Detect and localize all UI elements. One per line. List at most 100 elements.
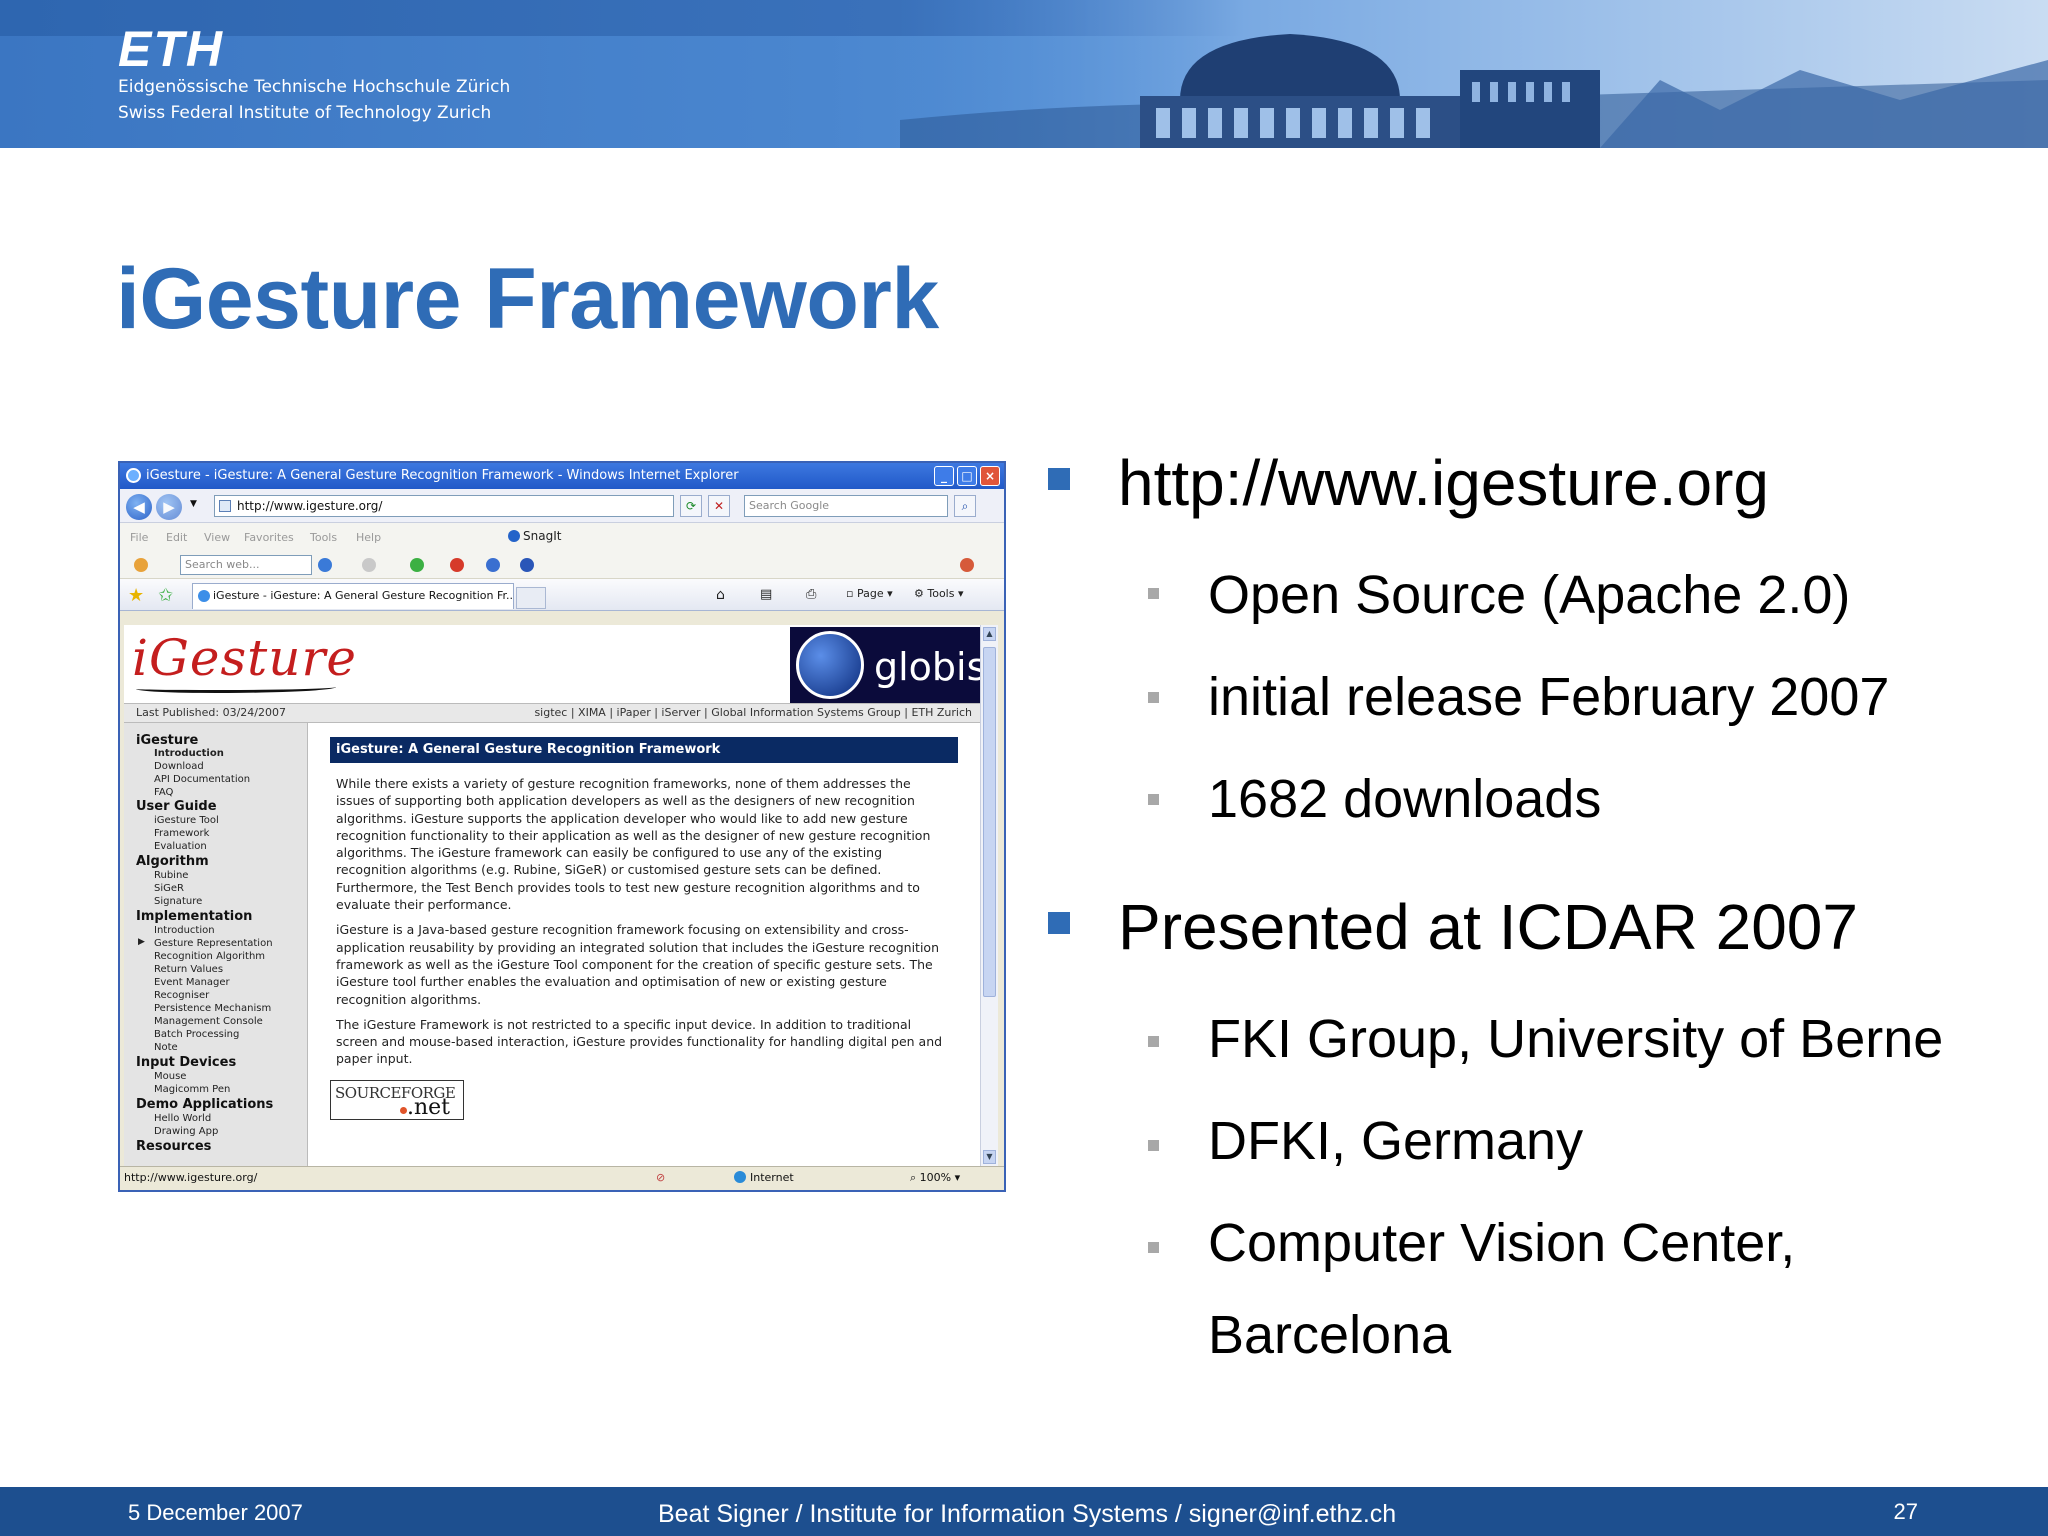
sub-bullet-fki: FKI Group, University of Berne xyxy=(1148,1008,1943,1070)
tab-igesture[interactable]: iGesture - iGesture: A General Gesture R… xyxy=(192,583,514,609)
status-zone: Internet xyxy=(734,1167,794,1189)
page-icon xyxy=(219,500,231,512)
search-input[interactable]: Search Google xyxy=(744,495,948,517)
nav-demo-applications[interactable]: Demo Applications xyxy=(136,1097,273,1112)
nav-igesture-tool[interactable]: iGesture Tool xyxy=(154,815,219,826)
stop-icon[interactable]: ✕ xyxy=(708,495,730,517)
nav-igesture[interactable]: iGesture xyxy=(136,733,198,748)
nav-event-manager[interactable]: Event Manager xyxy=(154,977,230,988)
nav-magicomm-pen[interactable]: Magicomm Pen xyxy=(154,1084,230,1095)
caret-right-icon: ▶ xyxy=(138,937,145,947)
sourceforge-badge[interactable]: SOURCEFORGE .net xyxy=(330,1079,464,1120)
nav-implementation[interactable]: Implementation xyxy=(136,909,252,924)
nav-introduction[interactable]: Introduction xyxy=(154,748,224,759)
sub-bullet-icon xyxy=(1148,1140,1159,1151)
nav-note[interactable]: Note xyxy=(154,1042,178,1053)
igesture-logo: iGesture xyxy=(132,629,357,687)
settings-icon[interactable] xyxy=(960,558,974,572)
back-icon[interactable]: ◀ xyxy=(126,494,152,520)
address-value: http://www.igesture.org/ xyxy=(237,499,383,513)
bullet-website: http://www.igesture.org xyxy=(1048,446,1769,520)
browser-window-title: iGesture - iGesture: A General Gesture R… xyxy=(146,468,739,483)
menu-favorites[interactable]: Favorites xyxy=(244,531,294,544)
nav-management-console[interactable]: Management Console xyxy=(154,1016,263,1027)
menu-tools[interactable]: Tools xyxy=(310,531,337,544)
refresh-icon[interactable]: ⟳ xyxy=(680,495,702,517)
scroll-up-icon[interactable]: ▲ xyxy=(983,627,996,641)
nav-siger[interactable]: SiGeR xyxy=(154,883,184,894)
minimize-button[interactable]: _ xyxy=(934,466,954,486)
history-dropdown-icon[interactable]: ▼ xyxy=(190,499,197,509)
nav-hello-world[interactable]: Hello World xyxy=(154,1113,211,1124)
nav-mouse[interactable]: Mouse xyxy=(154,1071,186,1082)
heart-icon[interactable] xyxy=(450,558,464,572)
nav-input-devices[interactable]: Input Devices xyxy=(136,1055,236,1070)
nav-gesture-representation[interactable]: Gesture Representation xyxy=(154,938,273,949)
sub-bullet-icon xyxy=(1148,794,1159,805)
nav-drawing-app[interactable]: Drawing App xyxy=(154,1126,218,1137)
sub-bullet-downloads: 1682 downloads xyxy=(1148,768,1601,830)
nav-faq[interactable]: FAQ xyxy=(154,787,173,798)
sub-bullet-cvc: Computer Vision Center, xyxy=(1148,1212,1795,1274)
menu-help[interactable]: Help xyxy=(356,531,381,544)
nav-evaluation[interactable]: Evaluation xyxy=(154,841,207,852)
nav-recognition-algorithm[interactable]: Recognition Algorithm xyxy=(154,951,265,962)
footer-author: Beat Signer / Institute for Information … xyxy=(658,1500,1397,1528)
scroll-thumb[interactable] xyxy=(983,647,996,997)
page-menu[interactable]: ▫ Page ▾ xyxy=(846,587,893,600)
top-links[interactable]: sigtec | XIMA | iPaper | iServer | Globa… xyxy=(534,704,972,722)
feeds-icon[interactable]: ▤ xyxy=(760,587,772,602)
nav-impl-introduction[interactable]: Introduction xyxy=(154,925,215,936)
eth-building-image xyxy=(900,0,2048,148)
popup-blocker-icon[interactable]: ⊘ xyxy=(656,1167,665,1189)
bullet-square-icon xyxy=(1048,912,1070,934)
menu-view[interactable]: View xyxy=(204,531,230,544)
vertical-scrollbar[interactable]: ▲ ▼ xyxy=(980,625,998,1166)
menu-file[interactable]: File xyxy=(130,531,148,544)
web-search-input[interactable]: Search web... xyxy=(180,555,312,575)
nav-user-guide[interactable]: User Guide xyxy=(136,799,217,814)
globis-logo[interactable]: globis xyxy=(790,627,980,703)
menu-bar: File Edit View Favorites Tools Help Snag… xyxy=(120,523,1004,551)
nav-framework[interactable]: Framework xyxy=(154,828,209,839)
tools-menu[interactable]: ⚙ Tools ▾ xyxy=(914,587,964,600)
content-paragraph-3: The iGesture Framework is not restricted… xyxy=(336,1016,943,1067)
browser-title-bar: iGesture - iGesture: A General Gesture R… xyxy=(120,463,1004,489)
favorites-star-icon[interactable]: ★ xyxy=(128,585,144,606)
nav-persistence-mechanism[interactable]: Persistence Mechanism xyxy=(154,1003,271,1014)
nav-signature[interactable]: Signature xyxy=(154,896,202,907)
add-favorite-icon[interactable]: ✩ xyxy=(158,585,173,606)
close-button[interactable]: × xyxy=(980,466,1000,486)
forward-icon[interactable]: ▶ xyxy=(156,494,182,520)
nav-api-documentation[interactable]: API Documentation xyxy=(154,774,250,785)
page-number: 27 xyxy=(1893,1499,1918,1524)
nav-algorithm[interactable]: Algorithm xyxy=(136,854,209,869)
sub-bullet-icon xyxy=(1148,692,1159,703)
print-icon[interactable]: ⎙ xyxy=(806,587,816,602)
clock-icon[interactable] xyxy=(486,558,500,572)
nav-resources[interactable]: Resources xyxy=(136,1139,211,1154)
content-paragraph-2: iGesture is a Java-based gesture recogni… xyxy=(336,922,939,1007)
add-icon[interactable] xyxy=(410,558,424,572)
nav-return-values[interactable]: Return Values xyxy=(154,964,223,975)
sub-bullet-icon xyxy=(1148,1036,1159,1047)
search-icon[interactable]: ⌕ xyxy=(954,495,976,517)
globe-icon xyxy=(796,631,864,699)
new-tab-button[interactable] xyxy=(516,587,546,609)
snagit-button[interactable]: SnagIt xyxy=(508,529,561,543)
menu-edit[interactable]: Edit xyxy=(166,531,187,544)
mail-icon[interactable] xyxy=(362,558,376,572)
zoom-level[interactable]: ⌕ 100% ▾ xyxy=(910,1167,960,1189)
help-icon[interactable] xyxy=(520,558,534,572)
home-icon[interactable]: ⌂ xyxy=(716,587,725,603)
nav-rubine[interactable]: Rubine xyxy=(154,870,188,881)
nav-recogniser[interactable]: Recogniser xyxy=(154,990,209,1001)
nav-download[interactable]: Download xyxy=(154,761,204,772)
nav-batch-processing[interactable]: Batch Processing xyxy=(154,1029,239,1040)
bullet-website-text[interactable]: http://www.igesture.org xyxy=(1118,447,1769,519)
search-go-icon[interactable] xyxy=(318,558,332,572)
search-toolbar: Search web... xyxy=(120,551,1004,579)
maximize-button[interactable]: □ xyxy=(957,466,977,486)
scroll-down-icon[interactable]: ▼ xyxy=(983,1150,996,1164)
address-input[interactable]: http://www.igesture.org/ xyxy=(214,495,674,517)
